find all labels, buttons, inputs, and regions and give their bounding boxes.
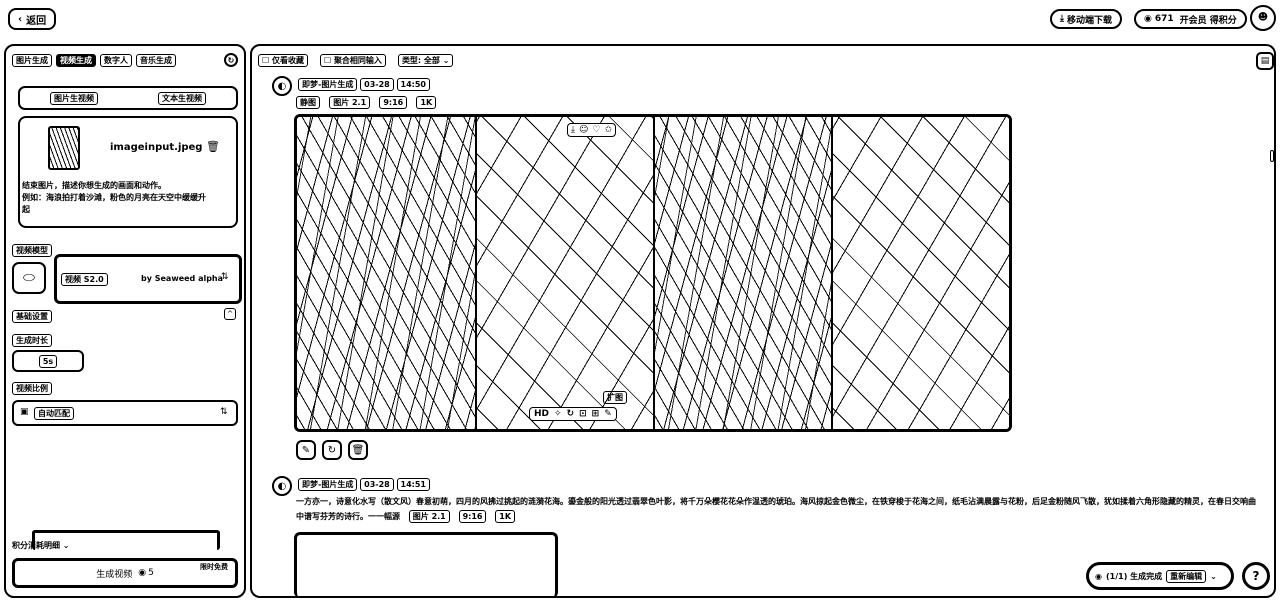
crop-icon[interactable]: ⊡ xyxy=(579,409,587,419)
re-edit-button[interactable]: 重新编辑 xyxy=(1166,569,1207,583)
expand-icon[interactable]: ⊞ xyxy=(592,409,600,419)
ratio-label: 视频比例 xyxy=(12,382,52,395)
refresh-icon[interactable]: ↻ xyxy=(224,53,238,67)
back-button[interactable]: ‹ 返回 xyxy=(8,8,57,30)
swap-icon: ⇅ xyxy=(220,407,228,417)
result-image-2[interactable] xyxy=(477,117,655,429)
points-detail-toggle[interactable]: 积分消耗明细 ⌄ xyxy=(12,540,70,551)
main-area: ☐ 仅看收藏 ☐ 聚合相同输入 类型: 全部 ⌄ ▤ ◐ 即梦-图片生成 03-… xyxy=(250,44,1276,598)
chevron-down-icon: ⌄ xyxy=(442,56,450,65)
regenerate-icon[interactable]: ↻ xyxy=(322,440,342,460)
coin-icon: ◉ xyxy=(1144,14,1152,24)
loading-placeholder xyxy=(294,532,558,598)
user-icon: ☻ xyxy=(1257,12,1269,23)
tab-music-gen[interactable]: 音乐生成 xyxy=(136,54,176,67)
chevron-up-icon[interactable]: ^ xyxy=(224,308,236,320)
image-thumbnail xyxy=(48,126,80,170)
model-section-label: 视频模型 xyxy=(12,244,52,257)
swap-icon: ⇅ xyxy=(221,272,229,282)
tab-digital-human[interactable]: 数字人 xyxy=(100,54,132,67)
image-upload-area[interactable]: imageinput.jpeg 🗑 结束图片，描述你想生成的画面和动作。 例如：… xyxy=(18,116,238,228)
duration-label: 生成时长 xyxy=(12,334,52,347)
chevron-left-icon: ‹ xyxy=(18,13,23,25)
folder-icon[interactable]: ▤ xyxy=(1256,52,1274,70)
mode-tabs: 图片生成 视频生成 数字人 音乐生成 xyxy=(12,54,176,67)
model-logo-icon: ⬭ xyxy=(12,262,46,294)
entry-prompt: 一方亦一，诗意化水写（散文风）春意初萌，四月的风拂过挑起的涟漪花海。鎏金般的阳光… xyxy=(296,497,1256,523)
left-panel: 图片生成 视频生成 数字人 音乐生成 ↻ 图片生视频 文本生视频 imagein… xyxy=(4,44,246,598)
aggregate-filter[interactable]: ☐ 聚合相同输入 xyxy=(319,54,386,67)
entry-tags: 静图 图片 2.1 9:16 1K xyxy=(296,96,442,109)
tab-text-to-video[interactable]: 文本生视频 xyxy=(158,91,206,105)
entry-actions: ✎ ↻ 🗑 xyxy=(296,440,368,460)
image-filename: imageinput.jpeg xyxy=(110,142,203,153)
prompt-placeholder[interactable]: 结束图片，描述你想生成的画面和动作。 例如：海浪拍打着沙滩，粉色的月亮在天空中缓… xyxy=(22,180,234,216)
progress-icon: ◉ xyxy=(1095,571,1102,581)
model-name: 视频 S2.0 xyxy=(61,273,108,286)
dreamina-logo-icon: ◐ xyxy=(272,476,292,496)
magic-icon[interactable]: ✧ xyxy=(554,409,562,419)
star-icon[interactable]: ✩ xyxy=(604,125,612,135)
type-filter[interactable]: 类型: 全部 ⌄ xyxy=(397,54,454,67)
basic-settings-label: 基础设置 xyxy=(12,310,52,323)
ratio-select[interactable]: ▣ 自动匹配 ⇅ xyxy=(12,400,238,426)
result-image-4[interactable] xyxy=(833,117,1009,429)
generation-status[interactable]: ◉ (1/1) 生成完成 重新编辑 ⌄ xyxy=(1086,562,1234,590)
tab-image-to-video[interactable]: 图片生视频 xyxy=(50,91,98,105)
ratio-icon: ▣ xyxy=(20,407,29,417)
checkbox-icon: ☐ xyxy=(323,56,334,65)
coin-icon: ◉ xyxy=(138,568,147,578)
limited-free-badge: 限时免费 xyxy=(200,562,228,572)
user-icon[interactable]: ☺ xyxy=(579,125,588,135)
tab-video-gen[interactable]: 视频生成 xyxy=(56,54,96,67)
entry-header-2: 即梦-图片生成 03-28 14:51 xyxy=(298,478,430,491)
model-provider: by Seaweed alpha xyxy=(141,274,224,283)
result-image-1[interactable] xyxy=(297,117,477,429)
mobile-download-button[interactable]: ⤓ 移动端下载 xyxy=(1050,9,1122,29)
download-icon: ⤓ xyxy=(1060,14,1064,24)
duration-select[interactable]: 5s xyxy=(12,350,84,372)
checkbox-icon: ☐ xyxy=(262,56,272,65)
image-top-toolbar: ⤓ ☺ ♡ ✩ xyxy=(567,123,616,137)
points-vip-button[interactable]: ◉ 671 开会员 得积分 xyxy=(1134,9,1247,29)
filter-bar: ☐ 仅看收藏 ☐ 聚合相同输入 类型: 全部 ⌄ xyxy=(258,54,454,67)
chevron-down-icon: ⌄ xyxy=(62,541,70,550)
image-bottom-toolbar: HD ✧ ↻ ⊡ ⊞ ✎ xyxy=(529,407,617,421)
trash-icon[interactable]: 🗑 xyxy=(206,140,220,153)
brush-icon[interactable]: ✎ xyxy=(604,409,612,419)
model-selector[interactable]: 视频 S2.0 by Seaweed alpha ⇅ xyxy=(54,254,242,304)
heart-icon[interactable]: ♡ xyxy=(592,125,600,135)
refresh-icon[interactable]: ↻ xyxy=(567,409,575,419)
delete-icon[interactable]: 🗑 xyxy=(348,440,368,460)
image-results: ⤓ ☺ ♡ ✩ 扩图 HD ✧ ↻ ⊡ ⊞ ✎ xyxy=(294,114,1012,432)
dreamina-logo-icon: ◐ xyxy=(272,76,292,96)
sub-tabs: 图片生视频 文本生视频 xyxy=(18,86,238,110)
result-image-3[interactable] xyxy=(655,117,833,429)
edit-icon[interactable]: ✎ xyxy=(296,440,316,460)
favorites-filter[interactable]: ☐ 仅看收藏 xyxy=(258,54,308,67)
scrollbar[interactable] xyxy=(1270,150,1274,162)
help-icon[interactable]: ? xyxy=(1242,562,1270,590)
download-icon[interactable]: ⤓ xyxy=(571,125,575,135)
avatar[interactable]: ☻ xyxy=(1250,5,1276,31)
tab-image-gen[interactable]: 图片生成 xyxy=(12,54,52,67)
chevron-down-icon: ⌄ xyxy=(1210,571,1217,581)
entry-header: 即梦-图片生成 03-28 14:50 xyxy=(298,78,430,91)
hd-button[interactable]: HD xyxy=(534,409,549,419)
expand-button[interactable]: 扩图 xyxy=(603,391,627,404)
